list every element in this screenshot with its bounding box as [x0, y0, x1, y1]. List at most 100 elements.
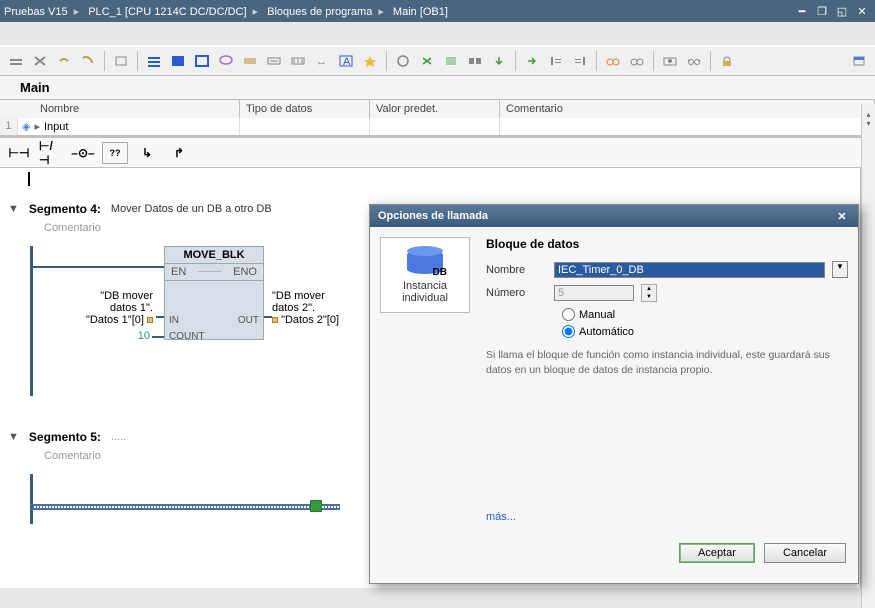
dialog-title: Opciones de llamada	[378, 210, 488, 222]
db-number-input	[554, 285, 634, 301]
pin-count: COUNT	[169, 331, 205, 342]
instance-label: Instancia individual	[385, 280, 465, 304]
connector-dot-icon	[272, 317, 278, 323]
tool-glasses2-icon[interactable]	[627, 51, 647, 71]
tool-favorites-icon[interactable]	[360, 51, 380, 71]
dialog-titlebar: Opciones de llamada ✕	[370, 205, 858, 227]
tool-glasses-icon[interactable]	[603, 51, 623, 71]
col-valor: Valor predet.	[370, 100, 500, 118]
instance-type-single[interactable]: DB Instancia individual	[380, 237, 470, 313]
manual-radio[interactable]	[562, 308, 575, 321]
in-operand[interactable]: "DB mover datos 1". "Datos 1"[0]	[58, 290, 153, 326]
crumb: Pruebas V15	[4, 6, 68, 18]
tool-insert-network-icon[interactable]	[6, 51, 26, 71]
block-name: Main	[0, 76, 875, 99]
number-label: Número	[486, 287, 546, 299]
tool-compare-icon[interactable]	[465, 51, 485, 71]
row-index: 1	[0, 118, 18, 135]
segment-desc[interactable]: .....	[111, 431, 126, 443]
contact-no-icon[interactable]: ⊢⊣	[6, 142, 32, 164]
expand-icon[interactable]: ▸	[34, 120, 40, 133]
tool-call-struct-icon[interactable]	[441, 51, 461, 71]
branch-open-icon[interactable]: ↳	[134, 142, 160, 164]
close-icon[interactable]: ✕	[834, 209, 850, 223]
segment-title[interactable]: Segmento 5:	[29, 430, 101, 444]
tool-monitor-icon[interactable]	[393, 51, 413, 71]
ladder-toolbar: ⊢⊣ ⊢/⊣ –⊙– ?? ↳ ↱	[0, 138, 875, 168]
segment-title[interactable]: Segmento 4:	[29, 202, 101, 216]
tool-properties-icon[interactable]	[849, 51, 869, 71]
more-link[interactable]: más...	[486, 511, 516, 523]
block-title: MOVE_BLK	[165, 247, 263, 264]
tool-box-icon[interactable]	[111, 51, 131, 71]
out-operand[interactable]: "DB mover datos 2". "Datos 2"[0]	[272, 290, 367, 326]
crumb: Bloques de programa	[267, 6, 372, 18]
help-text: Si llama el bloque de función como insta…	[486, 348, 848, 377]
crumb: PLC_1 [CPU 1214C DC/DC/DC]	[88, 6, 246, 18]
collapse-icon[interactable]: ▼	[8, 431, 19, 443]
minimize-icon[interactable]: ━	[793, 3, 811, 19]
pin-eno: ENO	[233, 266, 257, 278]
tool-block-outline-icon[interactable]	[192, 51, 212, 71]
tool-font-icon[interactable]: A	[336, 51, 356, 71]
close-icon[interactable]: ✕	[853, 3, 871, 19]
insertion-point-icon[interactable]	[310, 500, 322, 512]
coil-icon[interactable]: –⊙–	[70, 142, 96, 164]
struct-icon: ◈	[22, 120, 30, 133]
segment-desc[interactable]: Mover Datos de un DB a otro DB	[111, 203, 272, 215]
selected-rung[interactable]	[30, 504, 340, 510]
db-icon: DB	[407, 246, 443, 276]
tool-glasses3-icon[interactable]	[684, 51, 704, 71]
power-rail	[30, 474, 33, 524]
tool-lock-icon[interactable]	[717, 51, 737, 71]
col-tipo: Tipo de datos	[240, 100, 370, 118]
collapse-icon[interactable]: ▼	[8, 203, 19, 215]
branch-close-icon[interactable]: ↱	[166, 142, 192, 164]
tool-indent-l-icon[interactable]	[546, 51, 566, 71]
svg-text:↔: ↔	[316, 56, 327, 68]
float-icon[interactable]: ◱	[833, 3, 851, 19]
restore-icon[interactable]: ❐	[813, 3, 831, 19]
tool-goto-icon[interactable]: ↔	[312, 51, 332, 71]
tool-comment-icon[interactable]	[78, 51, 98, 71]
tool-redo-icon[interactable]	[54, 51, 74, 71]
power-rail	[30, 246, 33, 396]
tool-go-icon[interactable]	[522, 51, 542, 71]
pin-in: IN	[169, 315, 179, 326]
tool-block-blue-icon[interactable]	[168, 51, 188, 71]
empty-box-icon[interactable]: ??	[102, 142, 128, 164]
svg-text:A: A	[343, 56, 351, 68]
manual-label: Manual	[579, 309, 615, 321]
cancel-button[interactable]: Cancelar	[764, 543, 846, 563]
param-table-headers: Nombre Tipo de datos Valor predet. Comen…	[0, 99, 875, 118]
dropdown-icon[interactable]: ▼	[832, 261, 848, 278]
col-nombre: Nombre	[0, 100, 240, 118]
tool-cross-ref-icon[interactable]	[417, 51, 437, 71]
tool-list-icon[interactable]	[144, 51, 164, 71]
crumb: Main [OB1]	[393, 6, 448, 18]
tool-download-icon[interactable]	[489, 51, 509, 71]
auto-radio[interactable]	[562, 325, 575, 338]
titlebar: Pruebas V15▸ PLC_1 [CPU 1214C DC/DC/DC]▸…	[0, 0, 875, 22]
contact-nc-icon[interactable]: ⊢/⊣	[38, 142, 64, 164]
col-comentario: Comentario	[500, 100, 875, 118]
tool-indent-r-icon[interactable]	[570, 51, 590, 71]
tool-tag3-icon[interactable]	[288, 51, 308, 71]
count-value[interactable]: 10	[120, 330, 150, 342]
tool-tag2-icon[interactable]	[264, 51, 284, 71]
accept-button[interactable]: Aceptar	[679, 543, 755, 563]
tool-delete-network-icon[interactable]	[30, 51, 50, 71]
tool-tag-icon[interactable]	[240, 51, 260, 71]
db-name-input[interactable]	[554, 262, 825, 278]
name-label: Nombre	[486, 264, 546, 276]
param-name: Input	[44, 121, 68, 133]
vertical-scrollbar[interactable]: ▴ ▾	[861, 104, 875, 608]
param-row-input[interactable]: 1 ◈ ▸ Input	[0, 118, 875, 137]
pin-en: EN	[171, 266, 186, 278]
tool-snapshot-icon[interactable]	[660, 51, 680, 71]
text-cursor	[28, 172, 30, 186]
tool-comment-bubble-icon[interactable]	[216, 51, 236, 71]
move-blk-instruction[interactable]: MOVE_BLK EN ─── ENO IN OUT COUNT	[164, 246, 264, 340]
section-title: Bloque de datos	[486, 237, 848, 251]
breadcrumb: Pruebas V15▸ PLC_1 [CPU 1214C DC/DC/DC]▸…	[4, 5, 793, 18]
